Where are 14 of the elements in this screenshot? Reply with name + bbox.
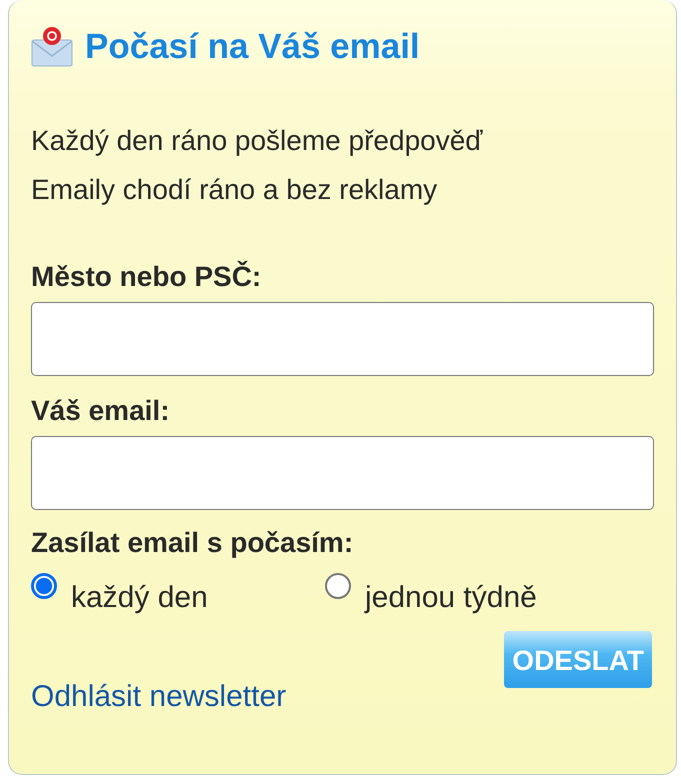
- field-label: Váš email:: [31, 395, 171, 427]
- frequency-label: Zasílat email s počasím:: [31, 527, 354, 559]
- radio-button[interactable]: [325, 573, 351, 599]
- widget-title: Počasí na Váš email: [85, 27, 420, 67]
- input-field[interactable]: [31, 302, 654, 376]
- radio-label[interactable]: každý den: [71, 569, 208, 615]
- envelope-icon: [31, 26, 73, 68]
- field-label: Město nebo PSČ:: [31, 261, 262, 293]
- radio-button[interactable]: [31, 573, 57, 599]
- input-field[interactable]: [31, 436, 654, 510]
- intro-text: Emaily chodí ráno a bez reklamy: [31, 173, 438, 207]
- radio-label[interactable]: jednou týdně: [365, 569, 537, 615]
- unsubscribe-link[interactable]: Odhlásit newsletter: [31, 680, 286, 714]
- intro-text: Každý den ráno pošleme předpověď: [31, 124, 484, 158]
